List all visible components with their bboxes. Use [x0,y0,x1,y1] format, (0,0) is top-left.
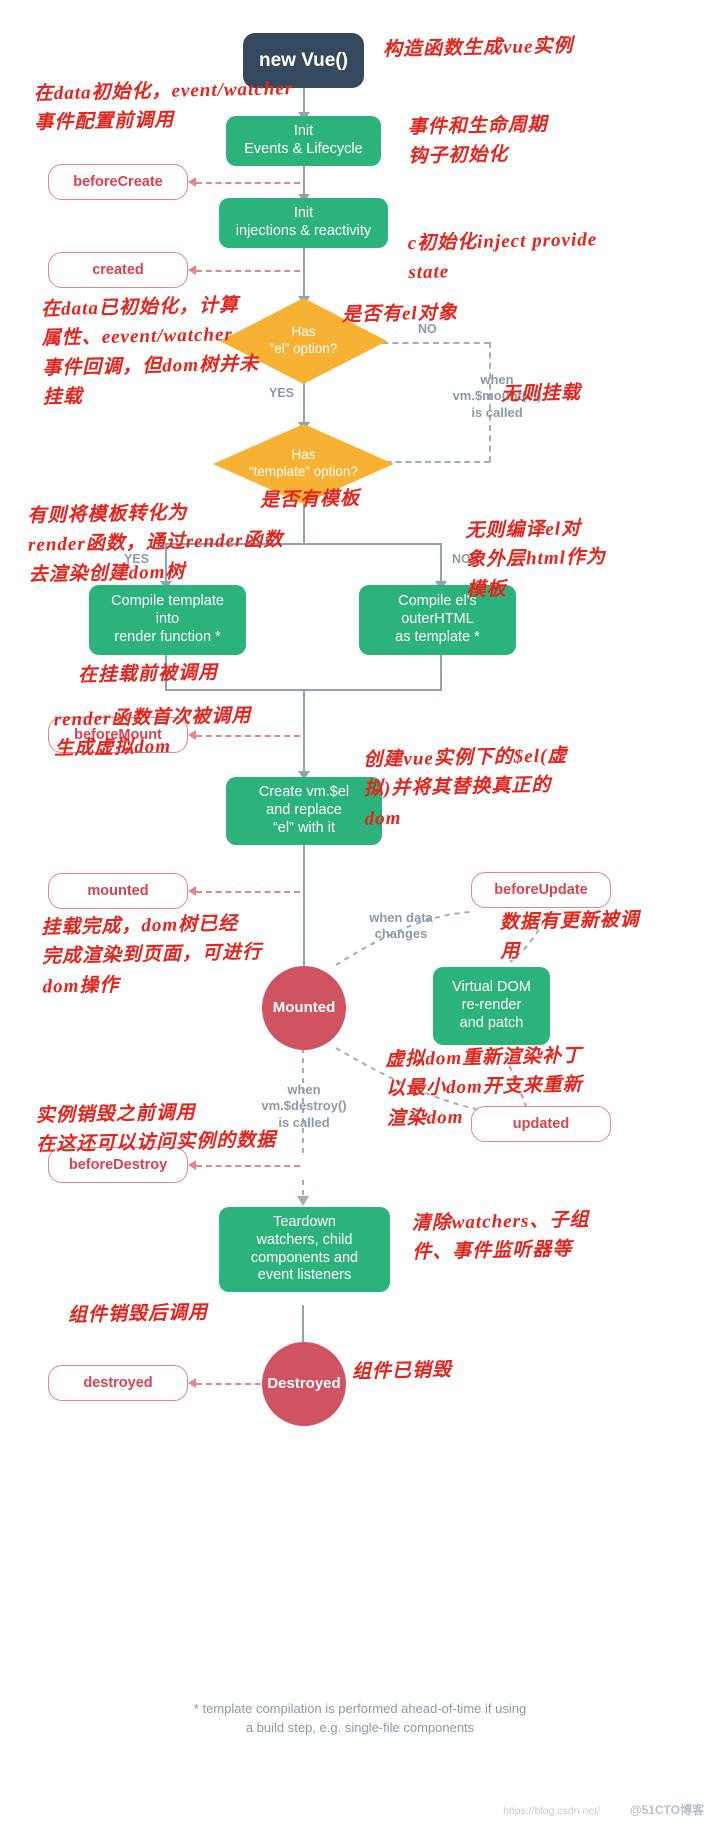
annotation-compile-el-cn: 无则编译el对 象外层html作为 模板 [465,518,607,601]
hook-beforecreate[interactable]: beforeCreate [48,164,188,200]
annotation-virtualdom-desc: 虚拟dom重新渲染补丁 以最小dom开支来重新 渲染dom [385,1045,583,1130]
annotation-constructor: 构造函数生成vue实例 [382,35,574,61]
annotation-teardown-desc: 清除watchers、子组 件、事件监听器等 [411,1209,590,1264]
arrowhead [188,265,196,275]
hook-beforeupdate[interactable]: beforeUpdate [471,872,611,908]
connector-no-down [440,543,442,585]
annotation-beforecreate-desc: 在data初始化，event/watcher 事件配置前调用 [33,78,294,134]
hook-created[interactable]: created [48,252,188,288]
connector-hasel-no [372,342,490,344]
annotation-render-first-call: render函数首次被调用 生成虚拟dom [53,705,252,760]
annotation-has-el-cn: 是否有el对象 [341,302,458,326]
hook-mounted[interactable]: mounted [48,873,188,909]
watermark-brand: @51CTO博客 [629,1803,704,1817]
arrowhead [188,1160,196,1170]
node-create-vm-el[interactable]: Create vm.$el and replace “el” with it [226,777,382,845]
watermark-url: https://blog.csdn.net/ [503,1805,600,1817]
annotation-component-destroyed: 组件已销毁 [351,1359,453,1383]
annotation-create-vm-el-desc: 创建vue实例下的$el(虚 拟)并将其替换真正的 dom [363,745,568,830]
annotation-beforedestroy-desc: 实例销毁之前调用 在这还可以访问实例的数据 [35,1102,277,1156]
annotation-events-lifecycle-init: 事件和生命周期 钩子初始化 [407,114,548,168]
connector-hook-beforecreate [196,182,300,184]
annotation-template-to-render: 有则将模板转化为 render函数，通过render函数 去渲染创建dom树 [27,502,284,586]
node-virtual-dom-rerender[interactable]: Virtual DOM re-render and patch [433,967,550,1045]
annotation-created-desc: 在data已初始化，计算 属性、eevent/watcher 事件回调，但dom… [40,295,260,409]
arrowhead [188,886,196,896]
connector-hook-mounted [196,891,300,893]
hook-destroyed[interactable]: destroyed [48,1365,188,1401]
lifecycle-diagram: new Vue() Init Events & Lifecycle Init i… [0,0,720,1823]
annotation-beforeupdate-desc: 数据有更新被调 用 [499,909,640,963]
annotation-inject-provide-state: c初始化inject provide state [407,229,598,284]
annotation-beforemount-desc: 在挂载前被调用 [77,662,219,687]
annotation-mounted-desc: 挂载完成，dom树已经 完成渲染到页面，可进行 dom操作 [41,913,263,998]
annotation-mount-if-none: 无则挂载 [500,382,582,406]
footer-note: * template compilation is performed ahea… [193,1701,527,1735]
arrowhead [188,1378,196,1388]
annotation-destroyed-desc: 组件销毁后调用 [67,1302,209,1327]
node-teardown[interactable]: Teardown watchers, child components and … [219,1207,390,1292]
node-compile-template-into-render[interactable]: Compile template into render function * [89,585,246,655]
connector-hook-created [196,270,300,272]
node-destroyed-state[interactable]: Destroyed [262,1342,346,1426]
connector-compile-merge-r [440,654,442,690]
connector-hook-beforedestroy [196,1165,300,1167]
node-init-injections-reactivity[interactable]: Init injections & reactivity [219,198,388,248]
arrowhead [188,177,196,187]
